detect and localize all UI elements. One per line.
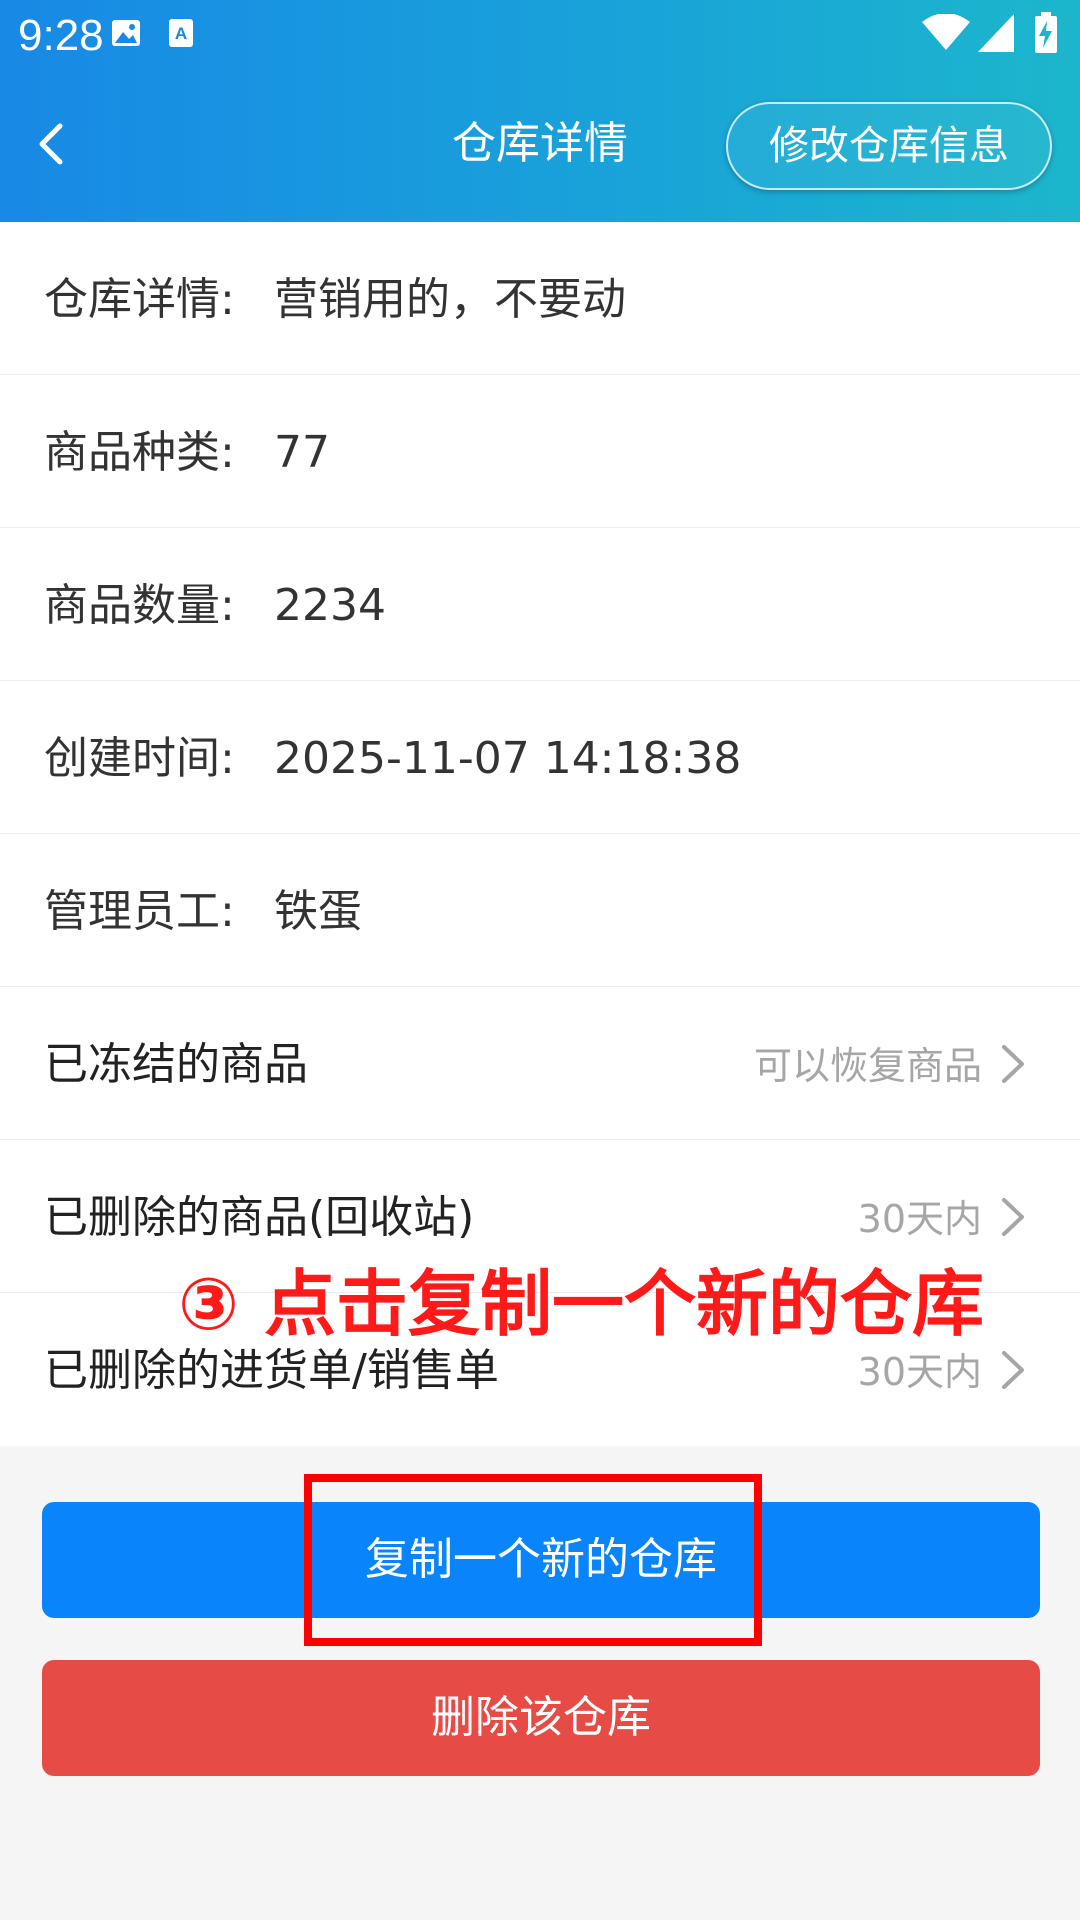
nav-row-label: 已删除的商品(回收站) <box>44 1192 475 1243</box>
edit-warehouse-button[interactable]: 修改仓库信息 <box>726 102 1052 190</box>
title-bar: 仓库详情 修改仓库信息 <box>0 72 1080 222</box>
detail-label: 商品种类: <box>44 427 235 478</box>
status-time: 9:28 <box>18 11 104 60</box>
gallery-icon <box>110 18 142 52</box>
chevron-right-icon <box>1002 1351 1024 1389</box>
nav-row-label: 已删除的进货单/销售单 <box>44 1345 499 1396</box>
nav-row-hint: 30天内 <box>857 1197 982 1241</box>
detail-value: 77 <box>274 427 330 478</box>
detail-value: 营销用的，不要动 <box>274 274 626 325</box>
nav-row-hint: 可以恢复商品 <box>753 1044 982 1088</box>
wifi-icon <box>922 13 970 56</box>
detail-row-product-quantity: 商品数量: 2234 <box>0 528 1080 681</box>
chevron-right-icon <box>1002 1198 1024 1236</box>
detail-row-created-time: 创建时间: 2025-11-07 14:18:38 <box>0 681 1080 834</box>
detail-label: 仓库详情: <box>44 274 235 325</box>
nav-row-frozen-products[interactable]: 已冻结的商品 可以恢复商品 <box>0 987 1080 1140</box>
tutorial-highlight-box <box>304 1474 762 1646</box>
text-recognition-icon: A <box>168 18 194 52</box>
detail-row-product-types: 商品种类: 77 <box>0 375 1080 528</box>
app-header: 9:28 A 仓库详情 修改仓库信息 <box>0 0 1080 222</box>
detail-label: 管理员工: <box>44 886 235 937</box>
detail-row-description: 仓库详情: 营销用的，不要动 <box>0 222 1080 375</box>
status-bar: 9:28 A <box>0 0 1080 72</box>
detail-value: 2234 <box>274 580 386 631</box>
nav-row-hint: 30天内 <box>857 1350 982 1394</box>
detail-label: 商品数量: <box>44 580 235 631</box>
chevron-right-icon <box>1002 1045 1024 1083</box>
detail-label: 创建时间: <box>44 733 235 784</box>
svg-text:A: A <box>175 24 187 43</box>
detail-row-manager: 管理员工: 铁蛋 <box>0 834 1080 987</box>
detail-value: 铁蛋 <box>274 886 362 937</box>
detail-value: 2025-11-07 14:18:38 <box>274 733 742 784</box>
delete-warehouse-button[interactable]: 删除该仓库 <box>42 1660 1040 1776</box>
tutorial-annotation: ③ 点击复制一个新的仓库 <box>178 1262 985 1346</box>
battery-charging-icon <box>1034 12 1058 58</box>
signal-icon <box>978 14 1014 56</box>
nav-row-label: 已冻结的商品 <box>44 1039 308 1090</box>
